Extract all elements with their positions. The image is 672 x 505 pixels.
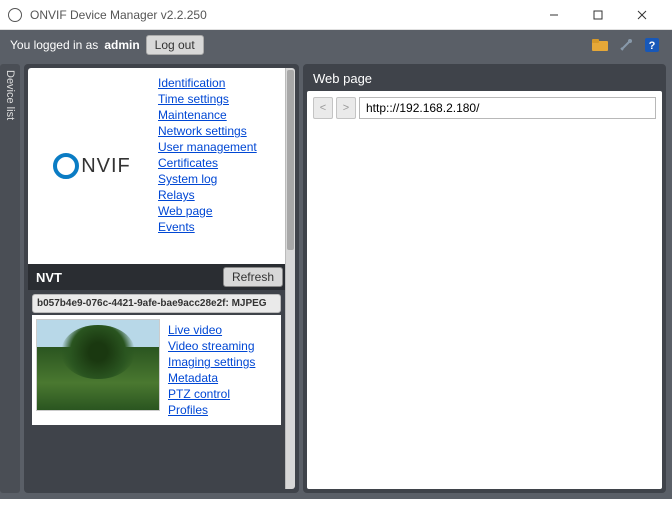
menu-live-video[interactable]: Live video xyxy=(168,323,255,337)
nav-forward-button[interactable]: > xyxy=(336,97,356,119)
onvif-logo: NVIF xyxy=(32,72,152,260)
app-icon xyxy=(8,8,22,22)
menu-events[interactable]: Events xyxy=(158,220,257,234)
menu-web-page[interactable]: Web page xyxy=(158,204,257,218)
menu-certificates[interactable]: Certificates xyxy=(158,156,257,170)
refresh-button[interactable]: Refresh xyxy=(223,267,283,287)
logout-button[interactable]: Log out xyxy=(146,35,204,55)
app-header: You logged in as admin Log out ? xyxy=(0,30,672,60)
device-list-tab-label: Device list xyxy=(4,70,16,120)
menu-maintenance[interactable]: Maintenance xyxy=(158,108,257,122)
close-button[interactable] xyxy=(620,1,664,29)
maximize-button[interactable] xyxy=(576,1,620,29)
menu-system-log[interactable]: System log xyxy=(158,172,257,186)
url-input[interactable] xyxy=(359,97,656,119)
folder-icon[interactable] xyxy=(590,35,610,55)
minimize-button[interactable] xyxy=(532,1,576,29)
login-status-text: You logged in as xyxy=(10,38,98,52)
menu-relays[interactable]: Relays xyxy=(158,188,257,202)
username-label: admin xyxy=(104,38,139,52)
menu-imaging-settings[interactable]: Imaging settings xyxy=(168,355,255,369)
webpage-panel-title: Web page xyxy=(307,68,662,91)
menu-video-streaming[interactable]: Video streaming xyxy=(168,339,255,353)
menu-identification[interactable]: Identification xyxy=(158,76,257,90)
help-icon[interactable]: ? xyxy=(642,35,662,55)
window-title: ONVIF Device Manager v2.2.250 xyxy=(30,8,532,22)
window-titlebar: ONVIF Device Manager v2.2.250 xyxy=(0,0,672,30)
webpage-panel: Web page < > xyxy=(303,64,666,493)
menu-metadata[interactable]: Metadata xyxy=(168,371,255,385)
menu-user-management[interactable]: User management xyxy=(158,140,257,154)
video-snapshot xyxy=(36,319,160,411)
menu-ptz-control[interactable]: PTZ control xyxy=(168,387,255,401)
device-list-tab[interactable]: Device list xyxy=(0,64,20,493)
menu-network-settings[interactable]: Network settings xyxy=(158,124,257,138)
nav-back-button[interactable]: < xyxy=(313,97,333,119)
menu-time-settings[interactable]: Time settings xyxy=(158,92,257,106)
menu-profiles[interactable]: Profiles xyxy=(168,403,255,417)
settings-icon[interactable] xyxy=(616,35,636,55)
nvt-label: NVT xyxy=(36,270,223,285)
left-scrollbar[interactable] xyxy=(285,68,295,489)
svg-text:?: ? xyxy=(649,40,656,52)
scrollbar-thumb[interactable] xyxy=(287,70,294,250)
device-id-row[interactable]: b057b4e9-076c-4421-9afe-bae9acc28e2f: MJ… xyxy=(32,294,281,313)
device-panel: NVIF Identification Time settings Mainte… xyxy=(24,64,299,493)
